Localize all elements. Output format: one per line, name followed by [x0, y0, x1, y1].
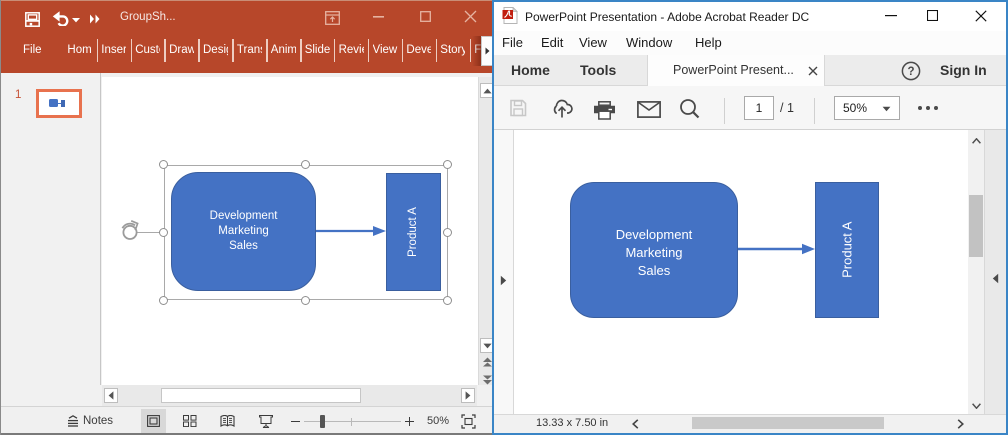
- svg-text:?: ?: [907, 66, 914, 78]
